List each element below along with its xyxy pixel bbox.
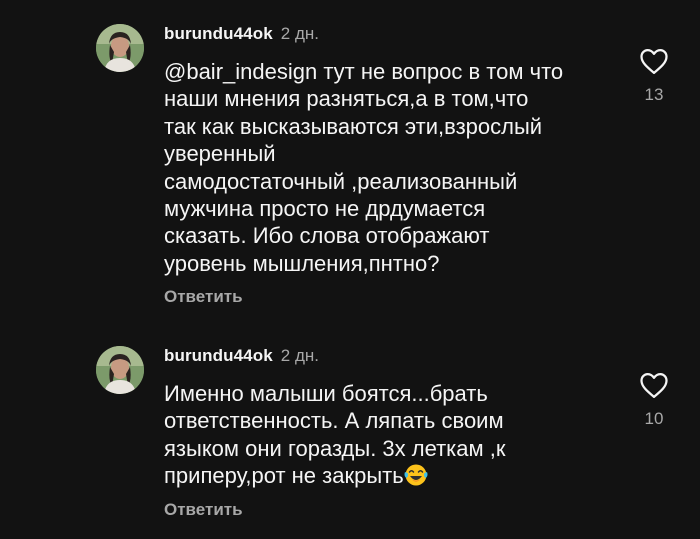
comment-line: приперу,рот не закрыть xyxy=(164,462,624,489)
comment-line: наши мнения разняться,а в том,что xyxy=(164,86,529,112)
heart-outline-icon[interactable] xyxy=(639,371,669,399)
avatar[interactable] xyxy=(96,346,144,394)
reply-button[interactable]: Ответить xyxy=(164,287,243,307)
mention-link[interactable]: @bair_indesign xyxy=(164,59,317,84)
comment-line: мужчина просто не дрдумается xyxy=(164,196,486,222)
comment-line: сказать. Ибо слова отображают xyxy=(164,223,490,249)
username-link[interactable]: burundu44ok xyxy=(164,24,273,44)
comment-line: языком они горазды. 3х леткам ,к xyxy=(164,435,506,461)
like-button[interactable]: 10 xyxy=(632,371,676,429)
comment-line: ответственность. А ляпать своим xyxy=(164,408,504,434)
username-link[interactable]: burundu44ok xyxy=(164,346,273,366)
avatar[interactable] xyxy=(96,24,144,72)
tears-of-joy-emoji xyxy=(404,464,428,486)
comment-text: @bair_indesign тут не вопрос в том что н… xyxy=(164,58,624,277)
timestamp: 2 дн. xyxy=(280,346,319,365)
like-count: 10 xyxy=(644,409,664,428)
comment-line: @bair_indesign тут не вопрос в том что xyxy=(164,59,564,84)
comment: burundu44ok 2 дн. @bair_indesign тут не … xyxy=(0,0,700,330)
comment-header: burundu44ok 2 дн. xyxy=(164,24,319,48)
like-count: 13 xyxy=(644,85,664,104)
comment: burundu44ok 2 дн. Именно малыши боятся..… xyxy=(0,330,700,539)
comment-line: самодостаточный ,реализованный xyxy=(164,168,518,194)
heart-outline-icon[interactable] xyxy=(639,47,669,75)
reply-button[interactable]: Ответить xyxy=(164,500,243,520)
comment-header: burundu44ok 2 дн. xyxy=(164,346,319,370)
comment-line: уверенный xyxy=(164,141,276,167)
comment-line: уровень мышления,пнтно? xyxy=(164,250,440,276)
like-button[interactable]: 13 xyxy=(632,47,676,105)
timestamp: 2 дн. xyxy=(280,24,319,43)
comment-line: так как высказываются эти,взрослый xyxy=(164,113,543,139)
comment-text: Именно малыши боятся...брать ответственн… xyxy=(164,380,624,490)
comment-line: Именно малыши боятся...брать xyxy=(164,381,488,406)
